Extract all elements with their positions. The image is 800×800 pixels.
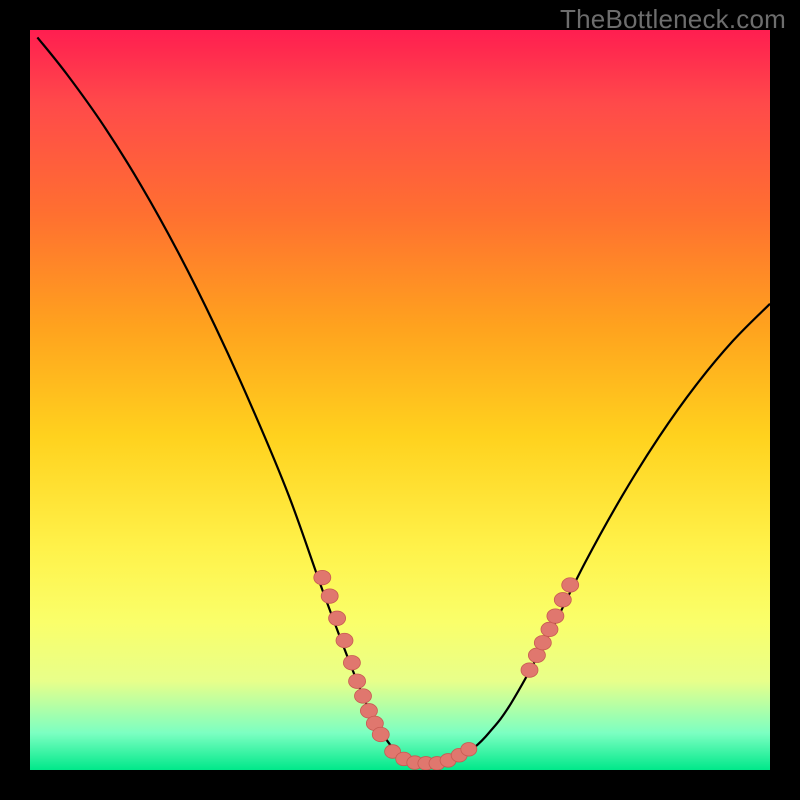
- curve-bead: [461, 742, 477, 756]
- curve-bead: [336, 633, 353, 647]
- curve-bead: [541, 622, 558, 636]
- curve-bead: [547, 609, 564, 623]
- curve-bead: [562, 578, 579, 592]
- curve-bead: [534, 635, 551, 649]
- curve-beads-group: [314, 570, 579, 770]
- curve-bead: [372, 727, 389, 741]
- chart-svg: [30, 30, 770, 770]
- v-curve-line: [37, 37, 770, 763]
- chart-outer-frame: TheBottleneck.com: [0, 0, 800, 800]
- curve-bead: [355, 689, 372, 703]
- chart-plot-area: [30, 30, 770, 770]
- curve-bead: [521, 663, 538, 677]
- curve-bead: [314, 570, 331, 584]
- curve-bead: [343, 655, 360, 669]
- curve-bead: [554, 593, 571, 607]
- curve-bead: [329, 611, 346, 625]
- curve-bead: [321, 589, 338, 603]
- curve-bead: [349, 674, 366, 688]
